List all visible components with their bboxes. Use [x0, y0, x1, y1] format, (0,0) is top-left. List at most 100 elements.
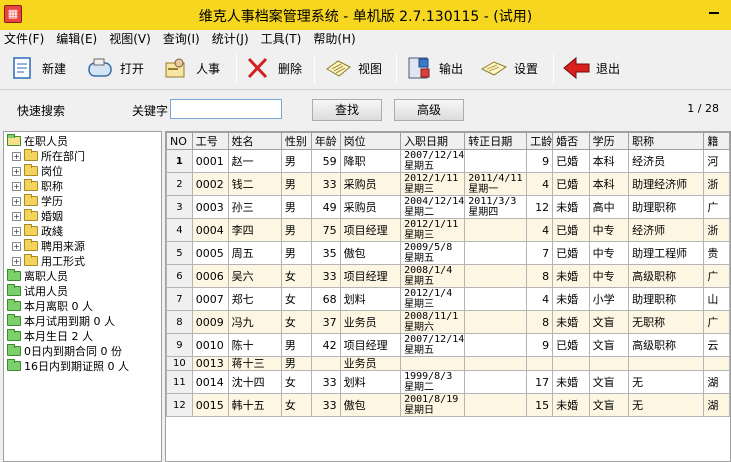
settings-button[interactable]: 设置	[480, 52, 538, 84]
table-row[interactable]: 4 0004 李四男 75 项目经理 2012/1/11 星期三 4 已婚 中专 经济师浙	[166, 218, 730, 242]
cell-name: 陈十	[227, 333, 282, 357]
cell-origin: 湖	[703, 393, 730, 417]
cell-title: 高级职称	[628, 333, 705, 357]
tree-node-month-birthday[interactable]: 本月生日 2 人	[7, 329, 93, 343]
tree-node-post[interactable]: + 岗位	[12, 164, 63, 178]
tree-node-resigned[interactable]: 离职人员	[7, 269, 68, 283]
menu-file[interactable]: 文件(F)	[4, 30, 44, 48]
table-row[interactable]: 8 0009 冯九女 37 业务员 2008/11/1 星期六 8 未婚 文盲 无职称广	[166, 310, 730, 334]
expand-icon[interactable]: +	[12, 226, 21, 236]
cell-name: 冯九	[227, 310, 282, 334]
col-age[interactable]: 年龄	[310, 132, 341, 150]
cell-origin: 浙	[703, 172, 730, 196]
table-row[interactable]: 9 0010 陈十男 42 项目经理 2007/12/14 星期五 9 已婚 文盲 高级职称云	[166, 333, 730, 357]
table-row[interactable]: 2 0002 钱二男 33 采购员 2012/1/11 星期三 2011/4/11 星期一 4 已婚…	[166, 172, 730, 196]
expand-icon[interactable]: +	[12, 166, 21, 176]
expand-icon[interactable]: +	[12, 181, 21, 191]
cell-years	[526, 356, 554, 371]
col-id[interactable]: 工号	[191, 132, 229, 150]
menu-view[interactable]: 视图(V)	[109, 30, 151, 48]
cell-id: 0007	[191, 287, 229, 311]
tree-node-hire-source[interactable]: + 聘用来源	[12, 239, 85, 253]
tree-node-department[interactable]: + 所在部门	[12, 149, 85, 163]
cell-name: 吴六	[227, 264, 282, 288]
table-row[interactable]: 10 0013 蒋十三男 业务员	[166, 356, 730, 371]
col-origin[interactable]: 籍	[703, 132, 730, 150]
keyword-input[interactable]	[170, 99, 282, 119]
menu-stats[interactable]: 统计(J)	[212, 30, 249, 48]
tree-node-contract-due[interactable]: 0日内到期合同 0 份	[7, 344, 122, 358]
cell-regular-date	[464, 356, 528, 371]
tree-node-license-due[interactable]: 16日内到期证照 0 人	[7, 359, 129, 373]
cell-join-date: 2009/5/8 星期五	[400, 241, 466, 265]
employee-table: NO 工号 姓名 性别 年龄 岗位 入职日期 转正日期 工龄 婚否 学历 职称 …	[166, 132, 730, 417]
cell-regular-date	[464, 333, 528, 357]
expand-icon[interactable]: +	[12, 256, 21, 266]
open-button[interactable]: 打开	[86, 52, 144, 84]
table-row[interactable]: 3 0003 孙三男 49 采购员 2004/12/14 星期二 2011/3/3 星期四 12 未…	[166, 195, 730, 219]
cell-married: 已婚	[552, 218, 590, 242]
table-row[interactable]: 5 0005 周五男 35 傲包 2009/5/8 星期五 7 已婚 中专 助理工程师贵	[166, 241, 730, 265]
export-button[interactable]: 输出	[405, 52, 463, 84]
cell-years: 12	[526, 195, 554, 219]
cell-sex: 男	[280, 195, 312, 219]
menu-help[interactable]: 帮助(H)	[313, 30, 355, 48]
col-years[interactable]: 工龄	[526, 132, 554, 150]
cell-post: 项目经理	[339, 264, 402, 288]
cell-join-date-weekday: 星期三	[404, 299, 435, 310]
cell-regular-date	[464, 287, 528, 311]
minimize-button[interactable]	[701, 0, 727, 20]
col-join-date[interactable]: 入职日期	[400, 132, 466, 150]
cell-sex: 女	[280, 264, 312, 288]
cell-id: 0013	[191, 356, 229, 371]
toolbar-separator	[396, 54, 397, 84]
tree-node-probation[interactable]: 试用人员	[7, 284, 68, 298]
new-button[interactable]: 新建	[8, 52, 66, 84]
expand-icon[interactable]: +	[12, 241, 21, 251]
toolbar: 新建 打开 人事 删除 视图 输出 设置 退出	[0, 48, 731, 90]
advanced-button[interactable]: 高级	[394, 99, 464, 121]
table-row[interactable]: 7 0007 郑七女 68 划料 2012/1/4 星期三 4 未婚 小学 助理职称山	[166, 287, 730, 311]
expand-icon[interactable]: +	[12, 196, 21, 206]
tree-node-month-probation-due[interactable]: 本月试用到期 0 人	[7, 314, 115, 328]
cell-post: 傲包	[339, 393, 402, 417]
menu-edit[interactable]: 编辑(E)	[56, 30, 97, 48]
quick-search-label: 快速搜索	[17, 104, 66, 118]
cell-join-date-value: 2012/1/4	[404, 288, 453, 300]
expand-icon[interactable]: +	[12, 211, 21, 221]
tree-node-in-service[interactable]: 在职人员	[7, 134, 68, 148]
person-button[interactable]: 人事	[162, 52, 220, 84]
cell-name: 李四	[227, 218, 282, 242]
expand-icon[interactable]: +	[12, 151, 21, 161]
cell-sex: 男	[280, 241, 312, 265]
col-sex[interactable]: 性别	[280, 132, 312, 150]
exit-button[interactable]: 退出	[562, 52, 620, 84]
col-post[interactable]: 岗位	[339, 132, 402, 150]
tree-node-marriage[interactable]: + 婚姻	[12, 209, 63, 223]
table-row[interactable]: 1 0001 赵一男 59 降职 2007/12/14 星期五 9 已婚 本科 经济员河	[166, 149, 730, 173]
cell-sex: 男	[280, 218, 312, 242]
delete-button[interactable]: 删除	[244, 52, 302, 84]
cell-education: 文盲	[588, 370, 630, 394]
menu-query[interactable]: 查询(I)	[163, 30, 200, 48]
view-button[interactable]: 视图	[324, 52, 382, 84]
menu-tools[interactable]: 工具(T)	[261, 30, 302, 48]
table-row[interactable]: 6 0006 吴六女 33 项目经理 2008/1/4 星期五 8 未婚 中专 高级职称广	[166, 264, 730, 288]
col-name[interactable]: 姓名	[227, 132, 282, 150]
tree-node-title[interactable]: + 职称	[12, 179, 63, 193]
tree-node-politics[interactable]: + 政綫	[12, 224, 63, 238]
cell-regular-date-weekday: 星期四	[468, 207, 499, 218]
tree-node-education[interactable]: + 学历	[12, 194, 63, 208]
table-row[interactable]: 12 0015 韩十五女 33 傲包 2001/8/19 星期日 15 未婚 文盲无湖	[166, 393, 730, 417]
find-button[interactable]: 查找	[312, 99, 382, 121]
col-regular-date[interactable]: 转正日期	[464, 132, 528, 150]
col-no[interactable]: NO	[166, 132, 193, 150]
folder-icon	[7, 284, 21, 296]
cell-join-date-value: 2007/12/14	[404, 150, 465, 162]
col-title[interactable]: 职称	[628, 132, 705, 150]
col-married[interactable]: 婚否	[552, 132, 590, 150]
col-education[interactable]: 学历	[588, 132, 630, 150]
table-row[interactable]: 11 0014 沈十四女 33 划料 1999/8/3 星期二 17 未婚 文盲无湖	[166, 370, 730, 394]
tree-node-employment-type[interactable]: + 用工形式	[12, 254, 85, 268]
tree-node-month-resigned[interactable]: 本月离职 0 人	[7, 299, 93, 313]
